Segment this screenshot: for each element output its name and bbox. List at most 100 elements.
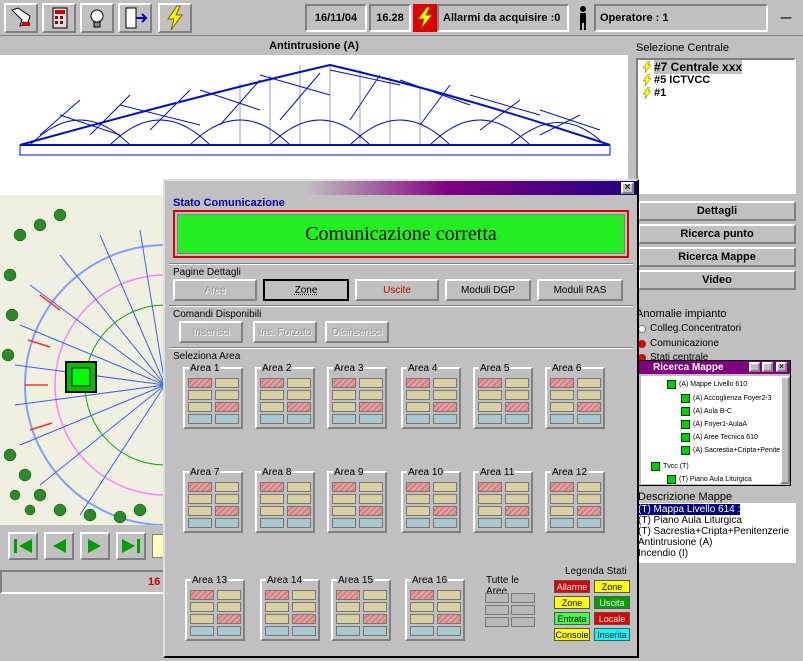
area-box[interactable]: Area 11 — [473, 467, 533, 533]
area-cell — [188, 518, 212, 528]
area-box[interactable]: Area 4 — [401, 363, 461, 429]
pointer-hand-icon[interactable] — [4, 3, 38, 33]
tree-item[interactable]: Tvcc (T) — [651, 462, 689, 471]
tree-item[interactable]: (A) Sacrestia+Cripta+Penitenz — [681, 446, 788, 455]
area-box[interactable]: Area 6 — [545, 363, 605, 429]
area-cell — [332, 494, 356, 504]
area-box[interactable]: Area 10 — [401, 467, 461, 533]
area-cell — [437, 602, 461, 612]
desc-item[interactable]: (T) Mappa Livello 614 : — [636, 504, 741, 515]
area-cell — [336, 626, 360, 636]
dialog-titlebar[interactable]: × — [165, 181, 637, 195]
centrali-list[interactable]: #7 Centrale xxx #5 ICTVCC #1 — [636, 58, 796, 194]
ins-forzato-button[interactable]: Ins. Forzato — [253, 321, 317, 343]
minimize-button[interactable]: — — [774, 4, 798, 32]
area-cell — [217, 626, 241, 636]
area-cell — [336, 590, 360, 600]
ricerca-maximize-button[interactable] — [762, 362, 773, 372]
calculator-icon[interactable] — [42, 3, 76, 33]
lightbulb-icon[interactable] — [80, 3, 114, 33]
tree-item[interactable]: (A) Aree Tecnica 610 — [681, 433, 758, 442]
area-box[interactable]: Area 13 — [185, 575, 245, 641]
status-dot-icon — [638, 324, 646, 333]
zone-button[interactable]: Zone — [263, 279, 349, 301]
desc-item[interactable]: Incendio (I) — [636, 548, 796, 559]
desc-item[interactable]: Antintrusione (A) — [636, 537, 796, 548]
area-cell — [433, 414, 457, 424]
area-cell — [292, 602, 316, 612]
elevation-drawing — [19, 63, 611, 156]
ricerca-punto-button[interactable]: Ricerca punto — [638, 224, 796, 244]
centrale-item[interactable]: #1 — [638, 86, 794, 99]
uscite-button[interactable]: Uscite — [355, 279, 439, 301]
area-cell — [188, 506, 212, 516]
tree-item[interactable]: (T) Piano Aula Liturgica — [667, 475, 752, 484]
area-label: Area 9 — [333, 467, 365, 478]
area-box[interactable]: Area 2 — [255, 363, 315, 429]
operator-display: Operatore : 1 — [594, 4, 768, 32]
disinserisci-button[interactable]: Disinserisci — [325, 321, 389, 343]
area-box[interactable]: Area 7 — [183, 467, 243, 533]
first-page-icon[interactable] — [8, 532, 38, 560]
centrale-item[interactable]: #7 Centrale xxx — [638, 59, 794, 74]
area-cell — [215, 378, 239, 388]
lightning-bolt-icon[interactable] — [158, 3, 192, 33]
desc-item[interactable]: (T) Sacrestia+Cripta+Penitenzerie — [636, 526, 796, 537]
area-label: Area 3 — [333, 363, 365, 374]
area-cell — [511, 605, 535, 615]
date-display: 16/11/04 — [305, 4, 367, 32]
area-box[interactable]: Area 8 — [255, 467, 315, 533]
ricerca-tree[interactable]: (A) Mappe Livello 610 (A) Accoglienza Fo… — [641, 376, 788, 484]
dialog-close-button[interactable]: × — [621, 182, 634, 194]
area-cell — [478, 518, 502, 528]
inserisci-button[interactable]: Inserisci — [179, 321, 243, 343]
dettagli-button[interactable]: Dettagli — [638, 201, 796, 221]
aree-button[interactable]: Aree — [173, 279, 257, 301]
legend-item: Console — [554, 628, 590, 641]
area-box[interactable]: Area 15 — [331, 575, 391, 641]
area-cell — [332, 518, 356, 528]
ricerca-mappe-button[interactable]: Ricerca Mappe — [638, 247, 796, 267]
area-label: Area 15 — [337, 575, 375, 586]
area-box[interactable]: Area 5 — [473, 363, 533, 429]
separator — [169, 347, 633, 349]
ricerca-minimize-button[interactable] — [749, 362, 760, 372]
stato-comunicazione-dialog: × Stato Comunicazione Comunicazione corr… — [163, 179, 639, 658]
previous-page-icon[interactable] — [44, 532, 74, 560]
tree-item[interactable]: (A) Aula B-C — [681, 407, 732, 416]
tree-item[interactable]: (A) Foyer1-AulaA — [681, 420, 747, 429]
tutte-le-aree-box[interactable]: Tutte le Aree — [481, 575, 541, 639]
area-cell — [190, 602, 214, 612]
last-page-icon[interactable] — [116, 532, 146, 560]
alarm-bolt-icon[interactable] — [413, 4, 437, 32]
area-box[interactable]: Area 16 — [405, 575, 465, 641]
moduli-ras-button[interactable]: Moduli RAS — [537, 279, 623, 301]
area-cell — [550, 414, 574, 424]
area-cell — [485, 593, 509, 603]
desc-item[interactable]: (T) Piano Aula Liturgica — [636, 515, 796, 526]
tree-item[interactable]: (A) Mappe Livello 610 — [667, 380, 747, 389]
moduli-dgp-button[interactable]: Moduli DGP — [445, 279, 531, 301]
legend-item: Entrata — [554, 612, 590, 625]
area-cell — [433, 402, 457, 412]
legend-item: Zone — [554, 596, 590, 609]
tree-item[interactable]: (A) Accoglienza Foyer2-3 — [681, 394, 772, 403]
area-cell — [292, 626, 316, 636]
area-box[interactable]: Area 3 — [327, 363, 387, 429]
exit-door-icon[interactable] — [118, 3, 152, 33]
area-cell — [406, 518, 430, 528]
next-page-icon[interactable] — [80, 532, 110, 560]
area-box[interactable]: Area 9 — [327, 467, 387, 533]
area-cell — [287, 494, 311, 504]
area-box[interactable]: Area 12 — [545, 467, 605, 533]
area-box[interactable]: Area 14 — [260, 575, 320, 641]
centrale-item[interactable]: #5 ICTVCC — [638, 73, 794, 86]
area-box[interactable]: Area 1 — [183, 363, 243, 429]
descrizione-mappe-list[interactable]: (T) Mappa Livello 614 : (T) Piano Aula L… — [636, 503, 796, 563]
ricerca-scrollbar[interactable] — [780, 376, 790, 484]
ricerca-mappe-titlebar[interactable]: Ricerca Mappe × — [639, 361, 790, 374]
ricerca-close-button[interactable]: × — [776, 362, 787, 372]
area-cell — [410, 626, 434, 636]
area-cell — [260, 414, 284, 424]
video-button[interactable]: Video — [638, 270, 796, 290]
